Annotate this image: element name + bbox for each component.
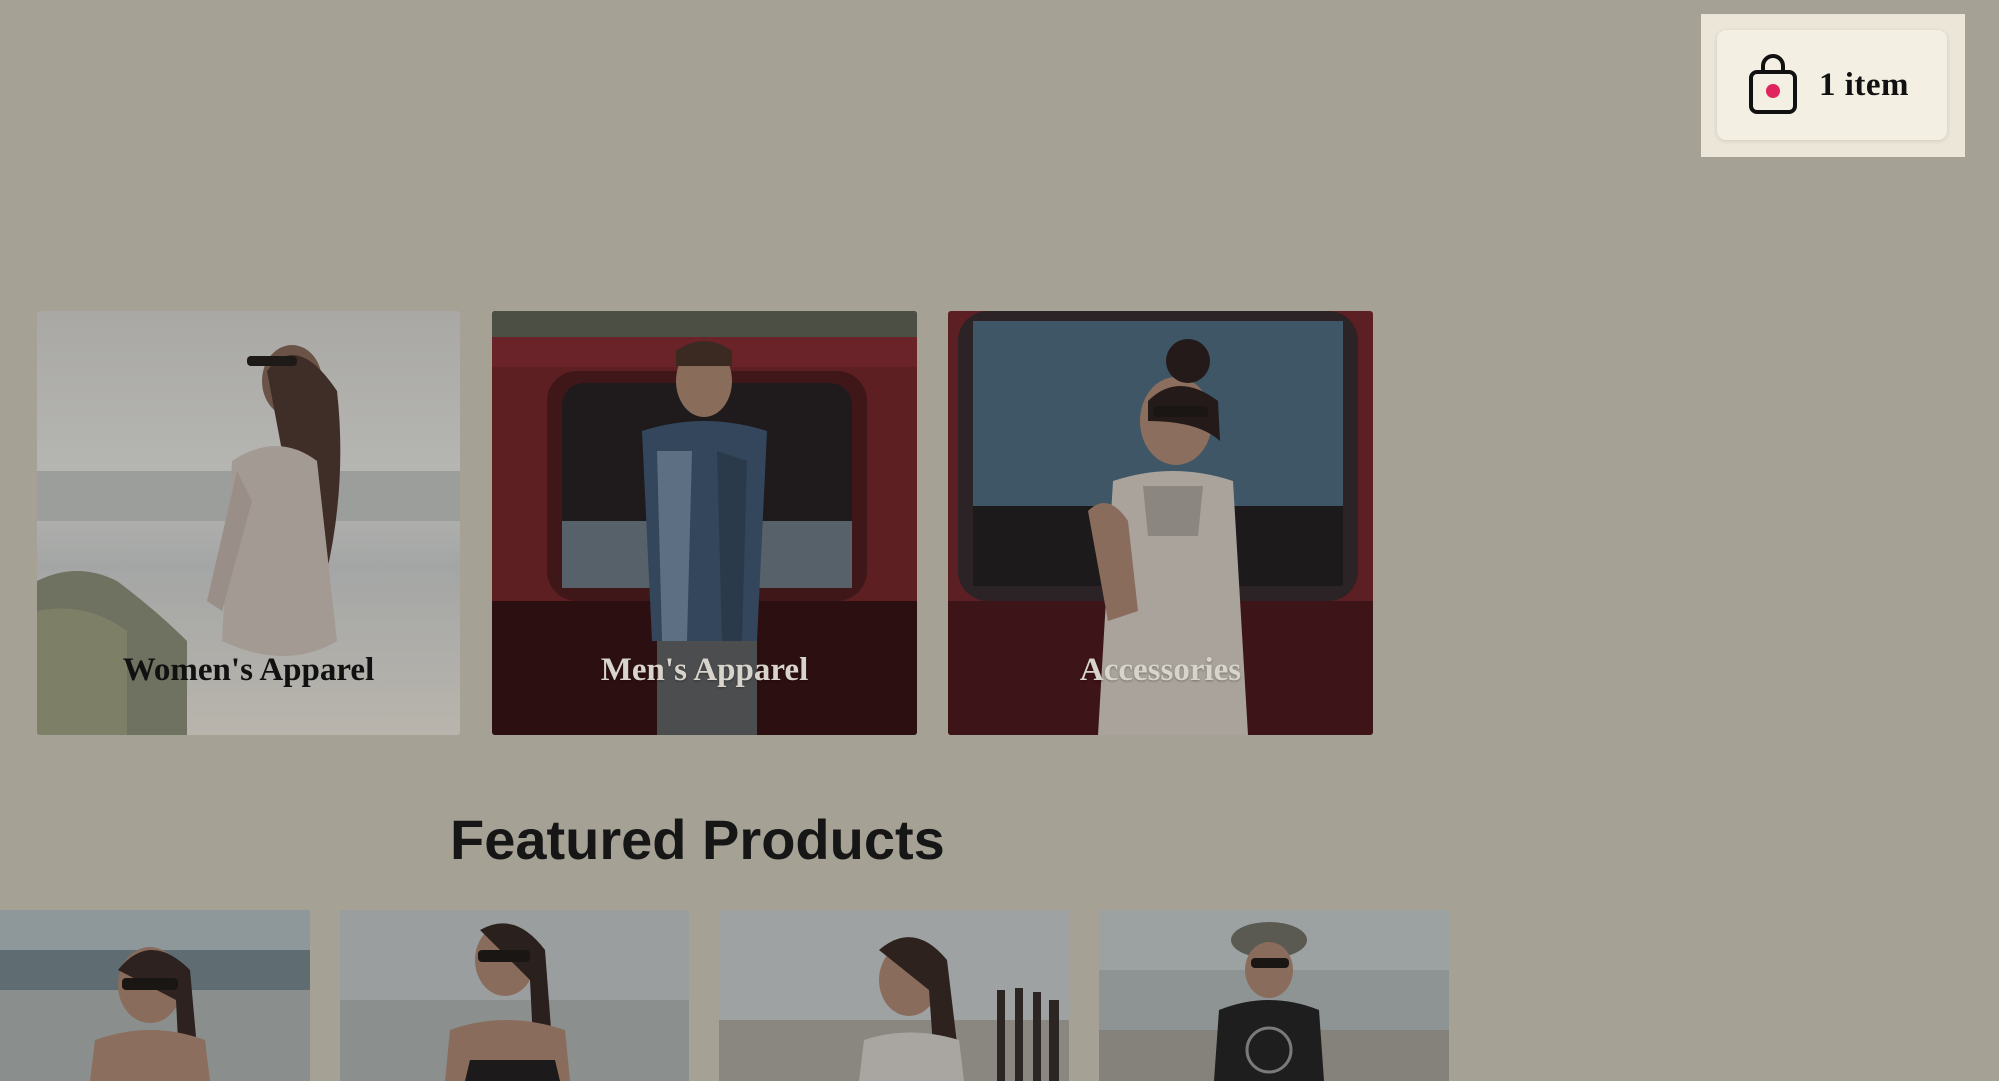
featured-products-title: Featured Products	[450, 808, 945, 871]
product-photo	[1099, 910, 1449, 1081]
category-tile-accessories[interactable]: Accessories	[948, 311, 1373, 735]
storefront-page: 1 item Women's Apparel Men's Apparel Acc…	[0, 0, 1999, 1081]
category-tile-mens-apparel[interactable]: Men's Apparel	[492, 311, 917, 735]
category-tile-womens-apparel[interactable]: Women's Apparel	[37, 311, 460, 735]
product-card[interactable]	[719, 910, 1069, 1081]
category-label: Accessories	[1079, 652, 1242, 688]
product-card[interactable]	[1099, 910, 1449, 1081]
cart-count-label: 1 item	[1819, 66, 1910, 103]
product-card[interactable]	[0, 910, 310, 1081]
category-label: Men's Apparel	[600, 652, 809, 688]
product-photo	[719, 910, 1069, 1081]
category-label: Women's Apparel	[122, 652, 375, 688]
product-card[interactable]	[340, 910, 689, 1081]
product-photo	[340, 910, 689, 1081]
cart-badge-dot	[1766, 84, 1780, 98]
cart-widget: 1 item	[1701, 14, 1965, 157]
cart-button[interactable]: 1 item	[1717, 30, 1947, 140]
product-photo	[0, 910, 310, 1081]
shopping-bag-icon	[1749, 54, 1797, 114]
